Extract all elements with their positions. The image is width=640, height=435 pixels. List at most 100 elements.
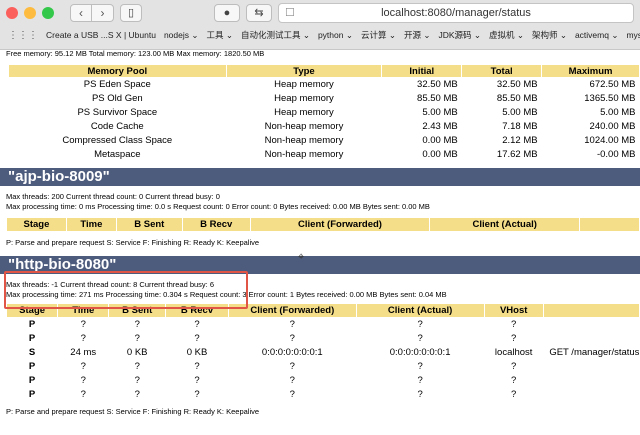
browser-toolbar: ‹ › ▯ ● ⇆ ☐ localhost:8080/manager/statu… <box>0 0 640 26</box>
table-cell: ? <box>289 388 295 400</box>
bookmark-item[interactable]: JDK源码 ⌄ <box>438 29 481 41</box>
table-cell: Heap memory <box>274 93 334 104</box>
table-cell: ? <box>511 360 517 372</box>
column-header: Client (Forwarded) <box>249 216 431 232</box>
forward-button[interactable]: › <box>92 4 114 22</box>
ajp-stage-table: Stage Time B Sent B Recv Client (Forward… <box>6 216 640 232</box>
highlight-box <box>4 271 248 309</box>
table-cell <box>543 387 639 401</box>
table-cell: 1024.00 MB <box>584 135 636 146</box>
column-header: B Recv <box>181 216 251 232</box>
table-cell: PS Survivor Space <box>77 107 158 118</box>
table-cell: ? <box>194 318 200 330</box>
table-cell: ? <box>80 318 86 330</box>
column-header: B Sent <box>115 216 183 232</box>
bookmarks-bar: ⋮⋮⋮ Create a USB ...S X | Ubuntu nodejs ⌄… <box>0 26 640 44</box>
memory-pool-row: PS Old Gen Heap memory 85.50 MB 85.50 MB 136… <box>9 92 640 106</box>
column-header: Client (Actual) <box>429 216 581 232</box>
bookmark-item[interactable]: 自动化测试工具 ⌄ <box>241 29 310 41</box>
memory-pool-row: Metaspace Non-heap memory 0.00 MB 17.62 MB -… <box>9 148 640 162</box>
column-header: Client (Actual) <box>355 302 485 318</box>
extension-icon[interactable]: ⇆ <box>246 4 272 22</box>
table-cell: PS Eden Space <box>83 79 151 91</box>
table-cell: ? <box>134 360 140 372</box>
nav-buttons: ‹ › <box>70 4 114 22</box>
table-cell: ? <box>511 332 517 344</box>
table-row: P?????? <box>7 359 640 373</box>
table-cell: 0.00 MB <box>422 149 458 160</box>
close-window-button[interactable] <box>6 7 18 19</box>
table-cell: -0.00 MB <box>596 149 636 160</box>
bookmark-item[interactable]: 虚拟机 ⌄ <box>489 29 524 41</box>
memory-pool-row: Compressed Class Space Non-heap memory 0.0… <box>9 134 640 148</box>
table-cell: ? <box>194 332 200 344</box>
bookmark-item[interactable]: nodejs ⌄ <box>164 30 199 41</box>
table-cell: 2.43 MB <box>422 121 458 132</box>
ajp-processing-info: Max processing time: 0 ms Processing tim… <box>6 201 430 211</box>
bookmark-item[interactable]: 工具 ⌄ <box>206 29 232 41</box>
table-cell: ? <box>417 360 423 372</box>
table-cell: ? <box>289 332 295 344</box>
table-cell: 0 KB <box>126 346 148 358</box>
table-row: S 24 ms 0 KB 0 KB 0:0:0:0:0:0:0:1 0:0:0:0:0:0… <box>7 345 640 359</box>
table-cell: Non-heap memory <box>264 135 344 146</box>
bookmark-item[interactable]: python ⌄ <box>318 30 353 41</box>
memory-pool-row: PS Eden Space Heap memory 32.50 MB 32.50 MB… <box>9 78 640 92</box>
table-cell: P <box>28 332 36 344</box>
table-cell: ? <box>134 388 140 400</box>
table-cell: Code Cache <box>90 121 144 132</box>
table-cell: Heap memory <box>274 79 334 91</box>
table-cell: ? <box>194 360 200 372</box>
page-icon: ☐ <box>285 7 295 19</box>
table-cell: PS Old Gen <box>91 93 143 104</box>
grid-icon[interactable]: ⋮⋮⋮ <box>8 30 38 41</box>
table-cell: ? <box>134 318 140 330</box>
table-row: P?????? <box>7 373 640 387</box>
table-cell: ? <box>80 374 86 386</box>
ajp-thread-info: Max threads: 200 Current thread count: 0… <box>6 191 220 201</box>
table-cell: localhost <box>494 346 533 358</box>
table-cell: 32.50 MB <box>496 79 538 91</box>
table-cell: ? <box>289 318 295 330</box>
sidebar-icon[interactable]: ▯ <box>120 4 142 22</box>
minimize-window-button[interactable] <box>24 7 36 19</box>
table-cell: ? <box>289 360 295 372</box>
column-header: Initial <box>381 64 463 78</box>
table-cell <box>543 317 639 331</box>
page-content: Free memory: 95.12 MB Total memory: 123.… <box>0 50 640 435</box>
column-header: Stage <box>6 216 67 232</box>
table-cell: P <box>28 318 36 330</box>
bookmark-item[interactable]: 云计算 ⌄ <box>361 29 396 41</box>
bookmark-item[interactable]: 开源 ⌄ <box>404 29 430 41</box>
column-header <box>542 302 640 318</box>
window-controls <box>6 7 54 19</box>
bookmark-item[interactable]: Create a USB ...S X | Ubuntu <box>46 30 156 40</box>
table-cell <box>543 359 639 373</box>
browser-chrome: ‹ › ▯ ● ⇆ ☐ localhost:8080/manager/statu… <box>0 0 640 50</box>
table-cell: 5.00 MB <box>422 107 458 118</box>
address-bar[interactable]: ☐ localhost:8080/manager/status <box>278 3 634 23</box>
table-cell: 0:0:0:0:0:0:0:1 <box>389 346 451 358</box>
table-cell: Compressed Class Space <box>62 135 173 146</box>
column-header: Memory Pool <box>8 64 227 78</box>
bookmark-item[interactable]: activemq ⌄ <box>575 30 619 41</box>
table-cell: ? <box>289 374 295 386</box>
table-cell: 240.00 MB <box>589 121 636 132</box>
table-cell: P <box>28 360 36 372</box>
bookmark-item[interactable]: 架构师 ⌄ <box>532 29 567 41</box>
memory-pool-table: Memory Pool Type Initial Total Maximum P… <box>8 64 640 162</box>
bookmark-item[interactable]: mysql ⌄ <box>626 30 640 41</box>
github-icon[interactable]: ● <box>214 4 240 22</box>
table-cell <box>543 373 639 387</box>
table-cell: ? <box>417 374 423 386</box>
column-header: Maximum <box>541 64 640 78</box>
table-cell: P <box>28 388 36 400</box>
back-button[interactable]: ‹ <box>70 4 92 22</box>
table-row: P?????? <box>7 387 640 401</box>
table-cell: ? <box>194 374 200 386</box>
table-cell: S <box>28 346 36 358</box>
zoom-window-button[interactable] <box>42 7 54 19</box>
table-cell: Metaspace <box>94 149 141 160</box>
table-cell: ? <box>194 388 200 400</box>
table-cell: 32.50 MB <box>417 79 458 91</box>
